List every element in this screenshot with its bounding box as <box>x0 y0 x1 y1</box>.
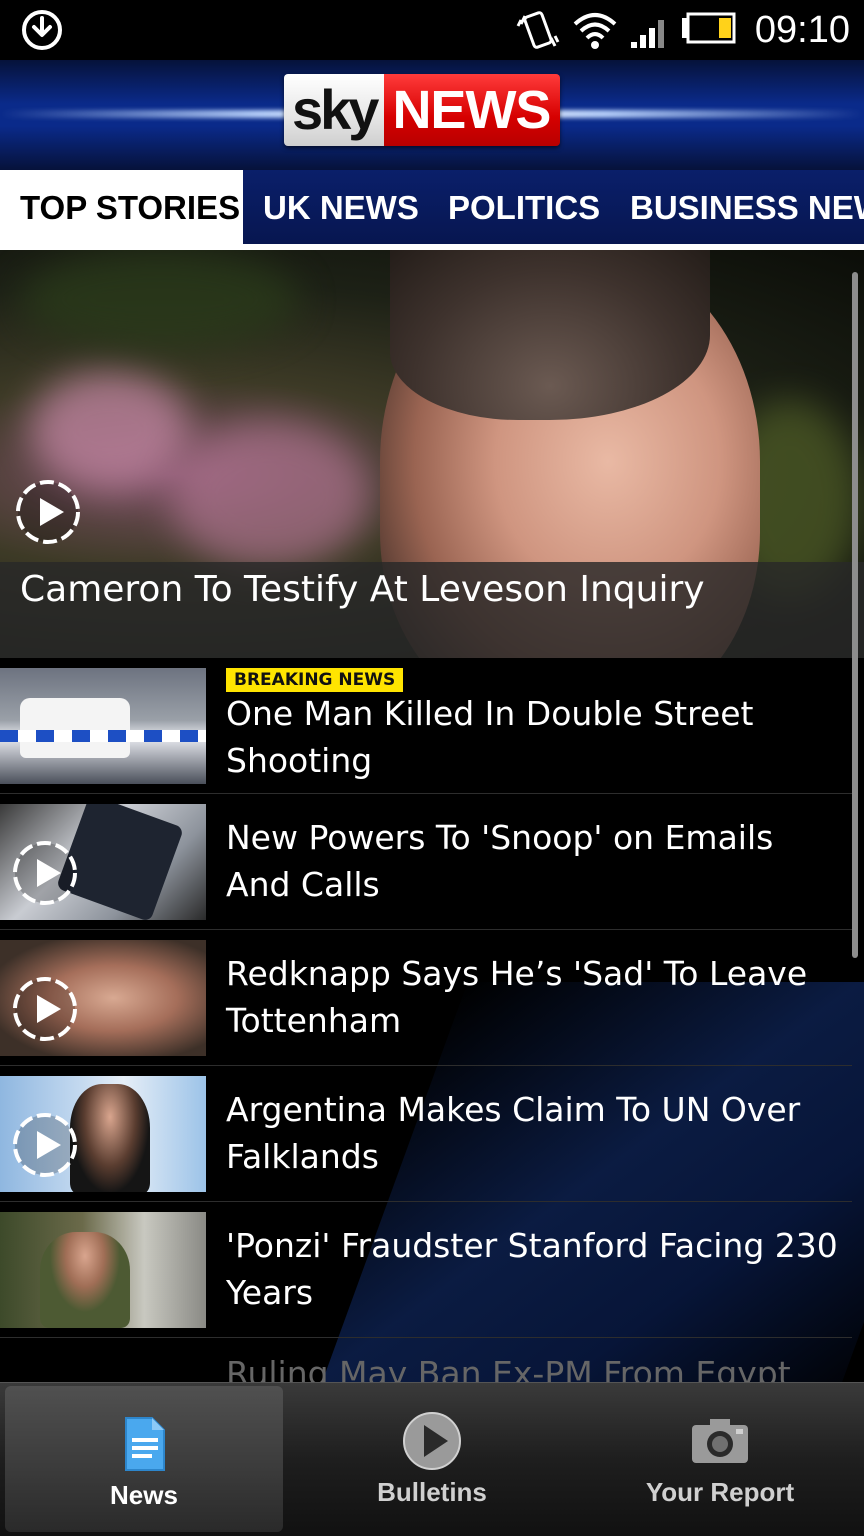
logo-sky: sky <box>284 74 385 146</box>
wifi-icon <box>573 13 617 49</box>
document-icon <box>125 1417 165 1471</box>
list-item[interactable]: Redknapp Says He’s 'Sad' To Leave Totten… <box>0 930 852 1066</box>
nav-news[interactable]: News <box>5 1386 283 1532</box>
story-title[interactable]: One Man Killed In Double Street Shooting <box>226 690 846 784</box>
play-icon[interactable] <box>14 478 82 546</box>
nav-label: Your Report <box>645 1477 795 1507</box>
play-icon[interactable] <box>10 838 80 908</box>
download-icon <box>22 10 62 50</box>
list-item[interactable]: New Powers To 'Snoop' on Emails And Call… <box>0 794 852 930</box>
list-item[interactable]: Argentina Makes Claim To UN Over Falklan… <box>0 1066 852 1202</box>
story-thumbnail <box>0 1212 206 1328</box>
thumb-police-tape <box>0 730 206 742</box>
clock: 09:10 <box>754 8 850 51</box>
story-title[interactable]: Redknapp Says He’s 'Sad' To Leave Totten… <box>226 950 846 1044</box>
tab-business-news[interactable]: BUSINESS NEWS <box>610 170 864 244</box>
scrollbar[interactable] <box>852 272 858 958</box>
thumb-person <box>40 1232 130 1328</box>
vibrate-icon <box>516 11 560 49</box>
sky-news-logo: sky NEWS <box>284 74 561 146</box>
nav-bulletins[interactable]: Bulletins <box>288 1383 576 1536</box>
hero-bg-flower <box>170 420 370 570</box>
breaking-news-badge: BREAKING NEWS <box>226 668 404 692</box>
nav-your-report[interactable]: Your Report <box>576 1383 864 1536</box>
category-tabs: TOP STORIES UK NEWS POLITICS BUSINESS NE… <box>0 170 864 250</box>
list-item[interactable]: 'Ponzi' Fraudster Stanford Facing 230 Ye… <box>0 1202 852 1338</box>
story-thumbnail <box>0 1076 206 1192</box>
hero-bg-foliage <box>20 250 300 350</box>
logo-news: NEWS <box>384 74 561 146</box>
nav-label: Bulletins <box>377 1477 487 1507</box>
tab-uk-news[interactable]: UK NEWS <box>243 170 439 244</box>
app-header: sky NEWS <box>0 60 864 170</box>
tab-top-stories[interactable]: TOP STORIES <box>0 170 243 244</box>
hero-bg-flower <box>30 370 190 490</box>
nav-label: News <box>110 1480 178 1510</box>
partial-story-title[interactable]: Ruling May Ban Ex-PM From Egypt <box>226 1354 791 1382</box>
story-title[interactable]: 'Ponzi' Fraudster Stanford Facing 230 Ye… <box>226 1222 846 1316</box>
tab-politics[interactable]: POLITICS <box>428 170 620 244</box>
status-bar: 09:10 <box>0 0 864 60</box>
story-title[interactable]: New Powers To 'Snoop' on Emails And Call… <box>226 814 846 908</box>
camera-icon <box>692 1419 748 1463</box>
battery-icon <box>681 12 736 44</box>
hero-photo-hair <box>390 250 710 420</box>
list-item[interactable]: BREAKING NEWS One Man Killed In Double S… <box>0 658 852 794</box>
bottom-navigation: News Bulletins Your Report <box>0 1382 864 1536</box>
story-thumbnail <box>0 940 206 1056</box>
story-title[interactable]: Argentina Makes Claim To UN Over Falklan… <box>226 1086 846 1180</box>
hero-headline[interactable]: Cameron To Testify At Leveson Inquiry <box>20 568 705 612</box>
hero-story[interactable]: Cameron To Testify At Leveson Inquiry <box>0 250 864 658</box>
signal-icon <box>630 20 664 48</box>
story-thumbnail <box>0 668 206 784</box>
thumb-police-car <box>20 698 130 758</box>
play-icon <box>403 1412 461 1470</box>
status-icons: 09:10 <box>515 6 850 54</box>
story-list[interactable]: BREAKING NEWS One Man Killed In Double S… <box>0 658 864 1382</box>
play-icon[interactable] <box>10 974 80 1044</box>
thumb-person <box>70 1084 150 1192</box>
story-thumbnail <box>0 804 206 920</box>
play-icon[interactable] <box>10 1110 80 1180</box>
